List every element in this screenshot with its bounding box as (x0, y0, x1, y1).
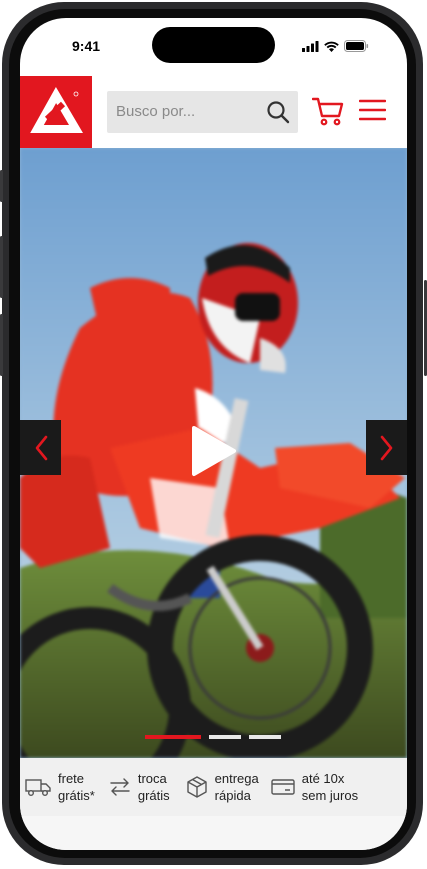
hamburger-menu-icon[interactable] (359, 98, 386, 122)
side-button-mute (0, 170, 3, 202)
feature-fast-delivery: entrega rápida (170, 770, 259, 804)
feature-free-exchange: troca grátis (95, 770, 170, 804)
play-icon[interactable] (190, 424, 238, 478)
features-bar: frete grátis* troca grátis entrega rápid… (20, 758, 407, 816)
logo-triangle-icon (30, 86, 83, 133)
feature-free-shipping: frete grátis* (20, 770, 95, 804)
box-icon (186, 776, 207, 798)
carousel-indicators (145, 735, 281, 739)
feature-label-line2: grátis* (58, 788, 95, 803)
truck-icon (25, 779, 51, 796)
carousel-dot-3[interactable] (249, 735, 281, 739)
feature-label-line1: frete (58, 771, 85, 786)
feature-label-line2: sem juros (301, 788, 359, 803)
page-bottom-area (20, 816, 407, 850)
feature-label-line1: entrega (214, 771, 259, 786)
carousel-dot-2[interactable] (209, 735, 241, 739)
exchange-arrows-icon (110, 778, 130, 796)
feature-installments: até 10x sem juros (259, 770, 358, 804)
hero-video-banner[interactable] (20, 148, 407, 758)
chevron-right-icon (380, 435, 392, 460)
side-button-volume-down (0, 314, 3, 376)
carousel-prev-button[interactable] (20, 420, 61, 475)
dynamic-island (152, 27, 275, 63)
status-icons (302, 40, 369, 52)
status-time: 9:41 (72, 38, 101, 54)
credit-card-icon (271, 779, 295, 795)
site-header: Busco por... (20, 76, 407, 148)
search-input[interactable]: Busco por... (116, 103, 195, 120)
screen: 9:41 Busco por... frete grátis* troca gr… (20, 18, 407, 850)
signal-icon (302, 40, 319, 52)
battery-icon (344, 40, 369, 52)
feature-label-line1: troca (137, 771, 167, 786)
status-bar: 9:41 (20, 18, 407, 76)
wifi-icon (324, 41, 339, 52)
search-icon[interactable] (266, 100, 290, 124)
side-button-volume-up (0, 236, 3, 298)
brand-logo[interactable] (20, 76, 92, 148)
carousel-next-button[interactable] (366, 420, 407, 475)
feature-label-line2: rápida (214, 788, 251, 803)
search-bar[interactable]: Busco por... (107, 91, 298, 133)
cart-icon[interactable] (312, 96, 344, 126)
chevron-left-icon (35, 435, 47, 460)
carousel-dot-1[interactable] (145, 735, 201, 739)
feature-label-line2: grátis (137, 788, 170, 803)
feature-label-line1: até 10x (301, 771, 345, 786)
